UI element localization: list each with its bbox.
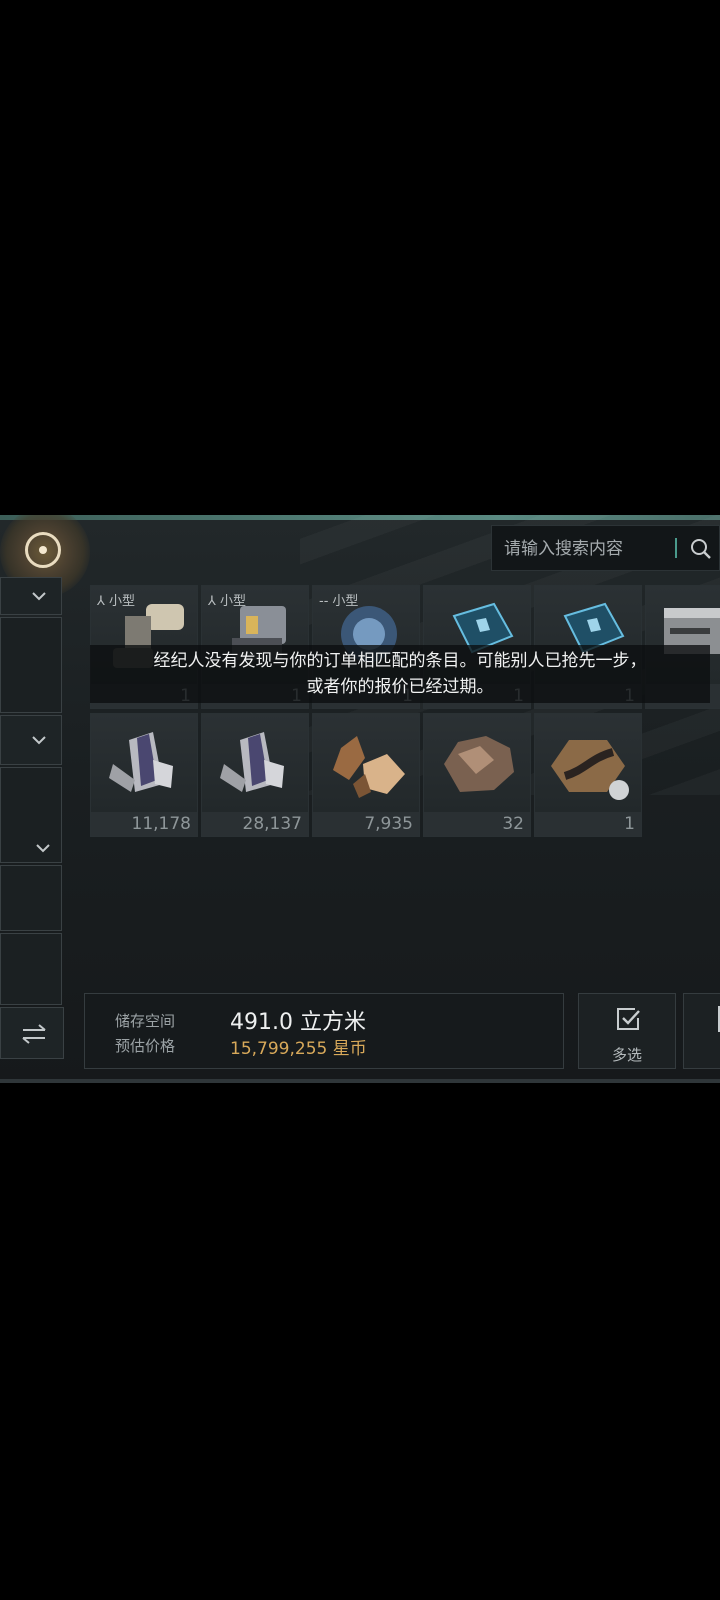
item-image <box>313 714 419 814</box>
item-image <box>535 714 641 814</box>
search-input[interactable] <box>502 526 666 572</box>
chevron-down-icon <box>36 844 50 853</box>
item-cell[interactable]: 32 <box>423 713 531 837</box>
estimated-price-value: 15,799,255 星币 <box>230 1039 367 1059</box>
sidebar-panel-3 <box>0 933 62 1005</box>
item-cell[interactable]: 11,178 <box>90 713 198 837</box>
inventory-panel: ⅄小型 1 ⅄小型 1 --小型 1 1 1 经纪人没有发现与你的订单相匹配 <box>0 515 720 1083</box>
fit-icon: ⅄ <box>208 594 216 609</box>
sidebar-filter-1[interactable] <box>0 577 62 615</box>
fit-icon: -- <box>319 594 329 609</box>
storage-summary: 储存空间 预估价格 491.0 立方米 15,799,255 星币 <box>84 993 564 1069</box>
storage-space-label: 储存空间 <box>115 1012 176 1030</box>
item-cell[interactable]: 28,137 <box>201 713 309 837</box>
size-label: 小型 <box>108 594 135 609</box>
chevron-down-icon <box>32 736 46 745</box>
search-box[interactable] <box>491 525 720 572</box>
checkbox-icon <box>617 1008 640 1030</box>
chevron-down-icon <box>32 592 46 601</box>
item-quantity: 1 <box>535 812 641 836</box>
panel-bottom-border <box>0 1079 720 1083</box>
fit-icon: ⅄ <box>97 594 105 609</box>
search-icon[interactable] <box>690 538 712 560</box>
item-quantity: 11,178 <box>91 812 197 836</box>
tooltip-line: 经纪人没有发现与你的订单相匹配的条目。可能别人已抢先一步， <box>153 651 647 671</box>
item-quantity: 7,935 <box>313 812 419 836</box>
sidebar-panel-2 <box>0 865 62 931</box>
sidebar-panel-1 <box>0 617 62 713</box>
multi-select-button[interactable]: 多选 <box>578 993 676 1069</box>
estimated-price-label: 预估价格 <box>115 1037 176 1055</box>
mineral-icon <box>109 732 173 792</box>
storage-space-value: 491.0 立方米 <box>230 1010 366 1035</box>
next-action-button[interactable] <box>683 993 720 1069</box>
sort-toggle-button[interactable] <box>0 1007 64 1059</box>
item-cell[interactable]: 1 <box>534 713 642 837</box>
tooltip-line: 或者你的报价已经过期。 <box>306 677 494 697</box>
ore-crystal-icon <box>333 736 405 798</box>
mineral-icon <box>220 732 284 792</box>
item-quantity: 28,137 <box>202 812 308 836</box>
item-image <box>91 714 197 814</box>
multi-select-label: 多选 <box>611 1046 642 1064</box>
size-label: 小型 <box>332 594 359 609</box>
size-label: 小型 <box>219 594 246 609</box>
broker-error-tooltip: 经纪人没有发现与你的订单相匹配的条目。可能别人已抢先一步， 或者你的报价已经过期… <box>90 645 710 703</box>
item-cell[interactable]: 7,935 <box>312 713 420 837</box>
swap-icon <box>22 1024 46 1044</box>
item-image <box>424 714 530 814</box>
ore-rock-icon <box>444 736 514 792</box>
item-quantity: 32 <box>424 812 530 836</box>
blueprint-hex-icon <box>551 740 629 800</box>
sidebar-filter-3[interactable] <box>0 767 62 863</box>
search-divider <box>675 538 677 558</box>
orb-icon <box>25 532 61 568</box>
item-image <box>202 714 308 814</box>
sidebar-filter-2[interactable] <box>0 715 62 765</box>
